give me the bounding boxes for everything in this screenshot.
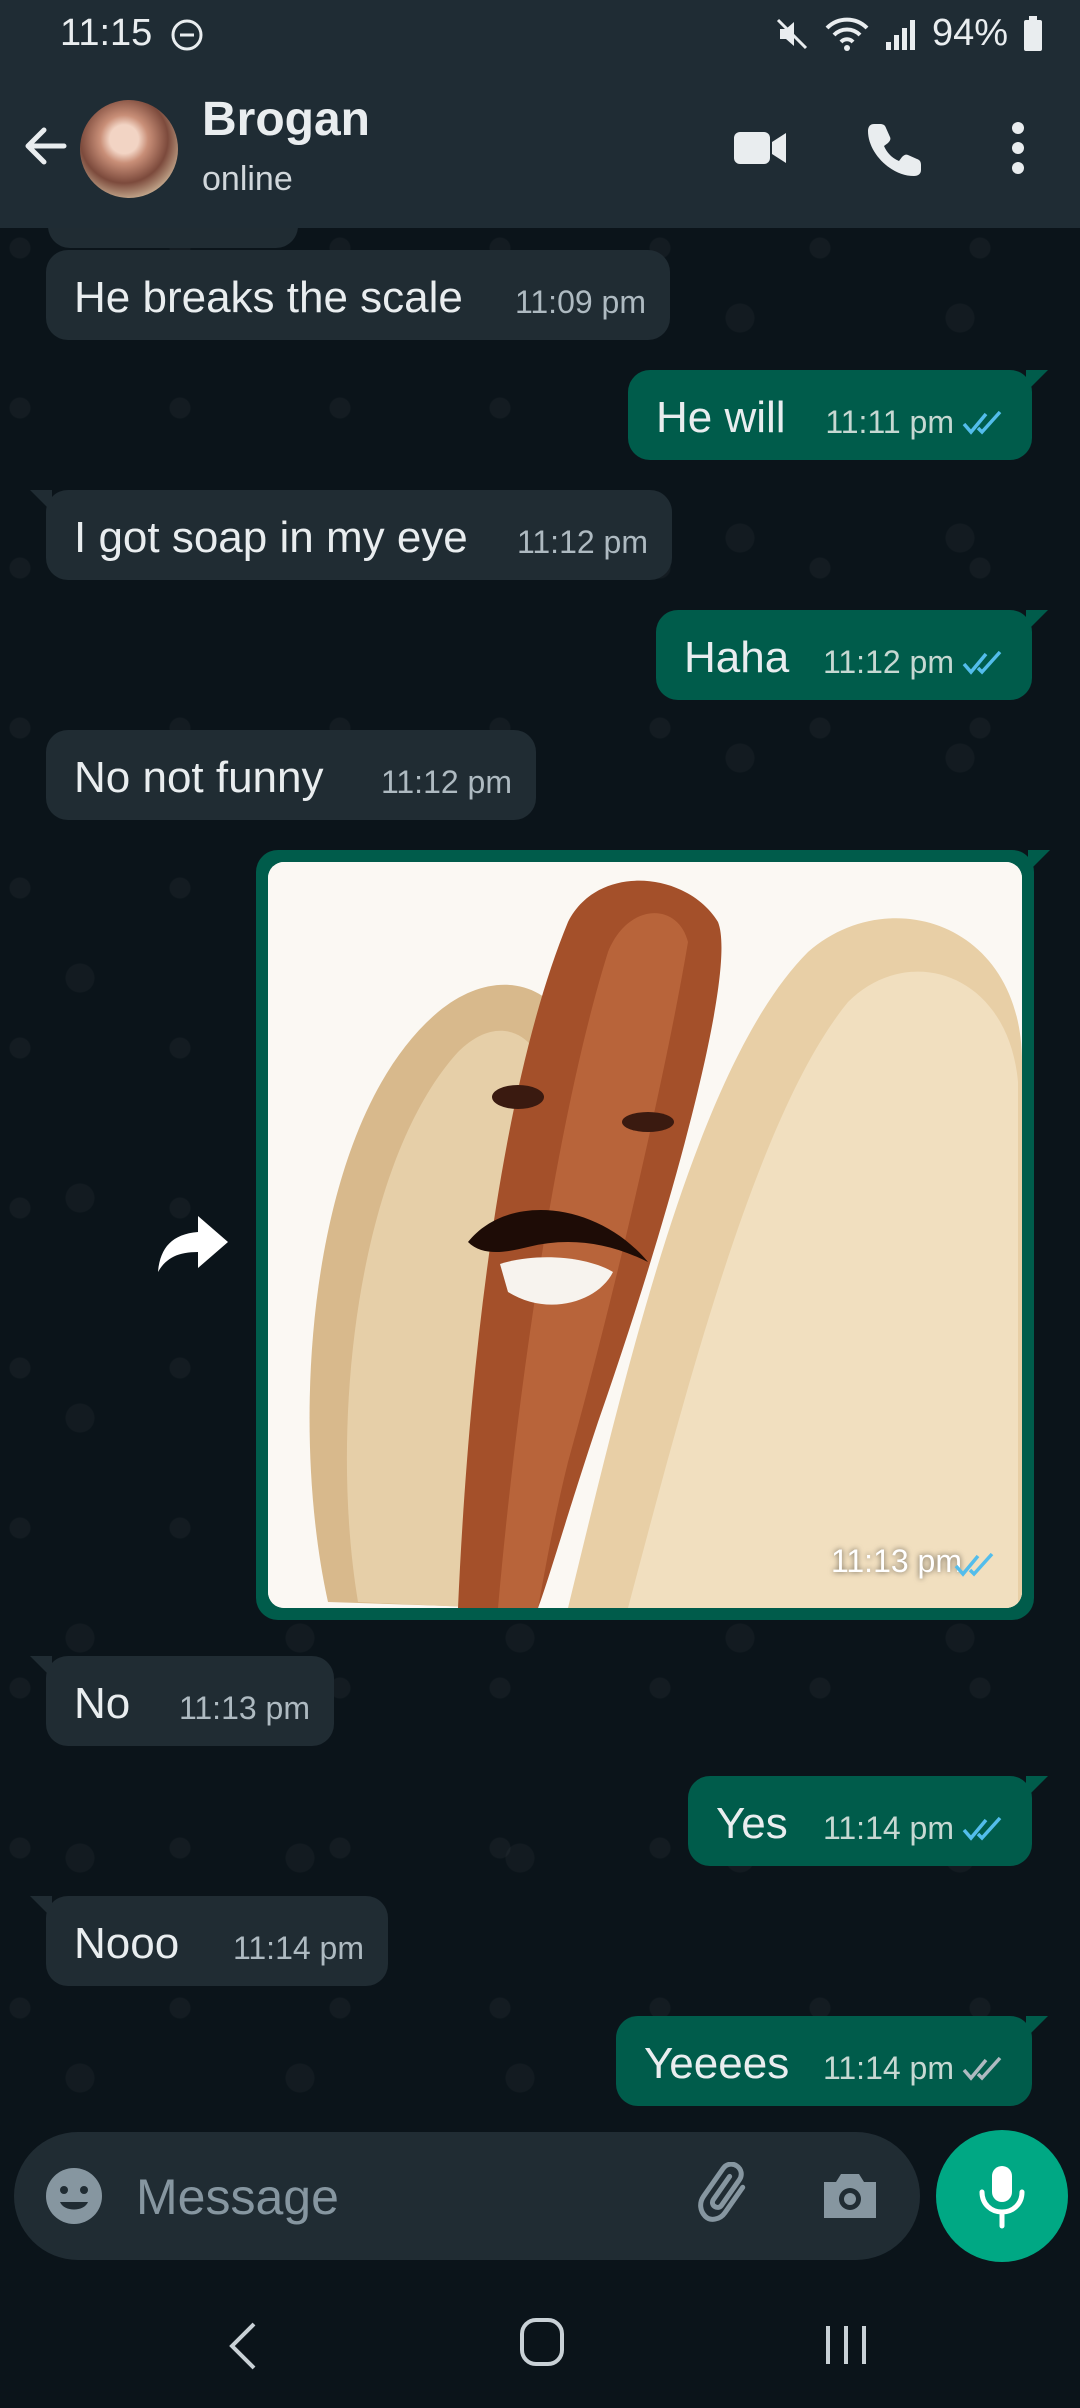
battery-icon xyxy=(1024,15,1042,51)
read-ticks-icon xyxy=(954,1552,994,1577)
message-text: Haha xyxy=(684,633,790,682)
message-bubble-incoming[interactable]: I got soap in my eye 11:12 pm xyxy=(30,490,672,580)
attach-icon[interactable] xyxy=(694,2162,762,2230)
status-bar: 11:15 94% xyxy=(0,0,1080,68)
read-ticks-icon xyxy=(962,1816,1002,1841)
system-navigation-bar xyxy=(0,2278,1080,2408)
message-time: 11:14 pm xyxy=(822,1810,954,1846)
wifi-icon xyxy=(825,17,869,51)
bubble-tail xyxy=(1026,1776,1048,1798)
sent-image[interactable]: 11:13 pm xyxy=(268,862,1022,1608)
message-text: No xyxy=(74,1679,131,1728)
message-time: 11:12 pm xyxy=(822,644,954,680)
message-time: 11:14 pm xyxy=(232,1930,364,1966)
video-call-icon[interactable] xyxy=(730,118,790,178)
bubble-tail xyxy=(30,1656,52,1678)
message-bubble-outgoing[interactable]: Yes 11:14 pm xyxy=(688,1776,1048,1866)
phone-call-icon[interactable] xyxy=(866,118,926,178)
status-time: 11:15 xyxy=(60,12,153,54)
message-text: Yes xyxy=(716,1799,788,1848)
message-text: Yeeees xyxy=(644,2039,790,2088)
microphone-icon xyxy=(979,2166,1025,2229)
message-bubble-incoming[interactable]: Nooo 11:14 pm xyxy=(30,1896,388,1986)
message-time: 11:12 pm xyxy=(516,524,648,560)
nav-back-icon[interactable] xyxy=(222,2318,266,2374)
message-bubble-incoming[interactable]: He breaks the scale 11:09 pm xyxy=(46,250,670,340)
signal-icon xyxy=(885,19,915,50)
voice-record-button[interactable] xyxy=(936,2130,1068,2262)
message-input[interactable] xyxy=(134,2152,698,2242)
message-text: He will xyxy=(656,393,786,442)
bubble-tail xyxy=(1026,2016,1048,2038)
read-ticks-icon xyxy=(962,650,1002,675)
message-text: No not funny xyxy=(74,753,324,802)
message-bubble-partial xyxy=(48,228,298,248)
bubble-tail xyxy=(1026,370,1048,392)
emoji-icon[interactable] xyxy=(42,2164,106,2228)
message-time: 11:14 pm xyxy=(822,2050,954,2086)
message-time: 11:12 pm xyxy=(380,764,512,800)
chat-area[interactable]: He breaks the scale 11:09 pm He will 11:… xyxy=(0,228,1080,2138)
message-time: 11:09 pm xyxy=(514,284,646,320)
delivered-ticks-icon xyxy=(962,2056,1002,2081)
contact-name[interactable]: Brogan xyxy=(202,92,370,147)
forward-icon[interactable] xyxy=(154,1208,234,1278)
message-time: 11:11 pm xyxy=(825,404,954,440)
do-not-disturb-icon xyxy=(171,19,203,51)
message-bubble-outgoing[interactable]: He will 11:11 pm xyxy=(628,370,1048,460)
read-ticks-icon xyxy=(962,410,1002,435)
bubble-tail xyxy=(30,1896,52,1918)
message-text: Nooo xyxy=(74,1919,180,1968)
back-arrow-icon[interactable] xyxy=(18,118,74,174)
battery-percent: 94% xyxy=(931,12,1008,54)
message-bubble-outgoing[interactable]: Yeeees 11:14 pm xyxy=(616,2016,1048,2106)
nav-recents-icon[interactable] xyxy=(822,2320,870,2368)
contact-status: online xyxy=(202,160,293,198)
message-text: I got soap in my eye xyxy=(74,513,468,562)
status-icons: 94% xyxy=(774,12,1044,55)
bubble-tail xyxy=(1026,610,1048,632)
image-message-bubble[interactable]: 11:13 pm xyxy=(256,850,1050,1620)
message-bubble-outgoing[interactable]: Haha 11:12 pm xyxy=(656,610,1048,700)
message-bubble-incoming[interactable]: No 11:13 pm xyxy=(30,1656,334,1746)
more-options-icon[interactable] xyxy=(988,118,1048,178)
avatar[interactable] xyxy=(80,100,178,198)
camera-icon[interactable] xyxy=(818,2164,882,2228)
mute-icon xyxy=(776,18,807,49)
chat-header: Brogan online xyxy=(0,68,1080,228)
nav-home-icon[interactable] xyxy=(518,2316,566,2368)
message-time: 11:13 pm xyxy=(178,1690,310,1726)
hotdog-image xyxy=(268,862,1022,1608)
message-bubble-incoming[interactable]: No not funny 11:12 pm xyxy=(46,730,536,820)
bubble-tail xyxy=(30,490,52,512)
message-time: 11:13 pm xyxy=(830,1543,962,1579)
message-composer xyxy=(14,2132,920,2260)
message-text: He breaks the scale xyxy=(74,273,463,322)
bubble-tail xyxy=(1028,850,1050,872)
